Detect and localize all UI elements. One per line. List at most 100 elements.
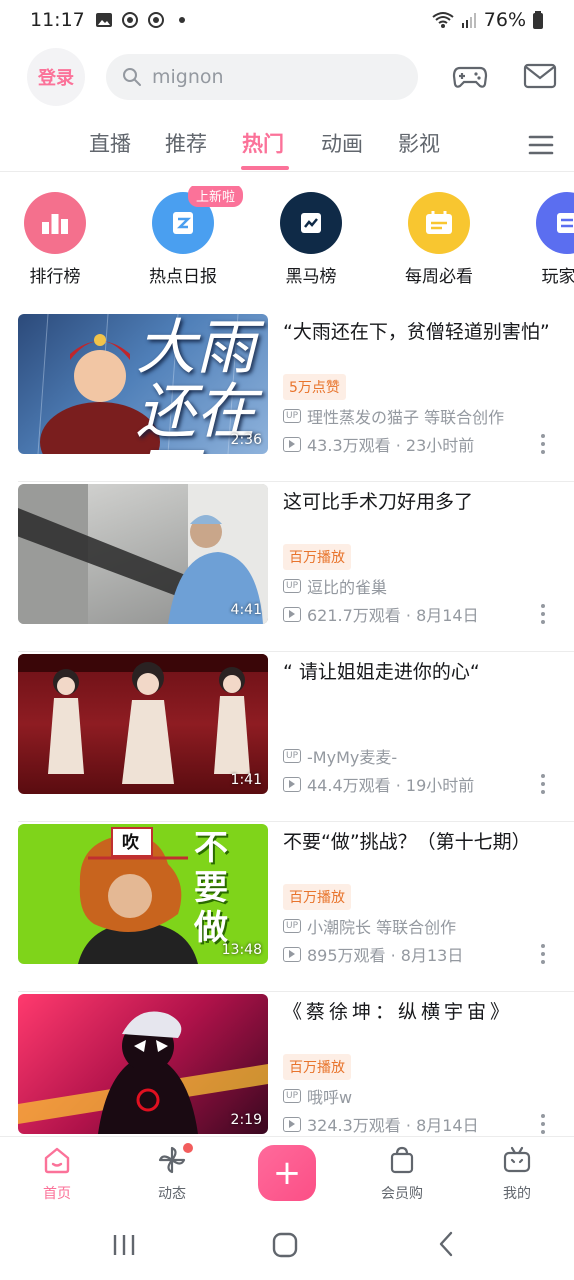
bottom-navigation: 首页 动态 + 会员购 我的 <box>0 1136 574 1208</box>
search-icon <box>123 68 141 86</box>
home-icon <box>44 1147 70 1174</box>
play-count-icon <box>283 776 301 792</box>
more-options-icon[interactable] <box>538 944 548 964</box>
app-notification-icon <box>121 12 138 28</box>
shopping-bag-icon <box>390 1146 414 1174</box>
category-weekly[interactable]: 每周必看 <box>384 192 494 287</box>
mail-icon[interactable] <box>522 58 558 94</box>
tab-recommend[interactable]: 推荐 <box>165 128 207 158</box>
ranking-icon <box>24 192 86 254</box>
video-card[interactable]: 1:41 “ 请让姐姐走进你的心“ UP -MyMy麦麦- 44.4万观看 · 1… <box>0 652 574 822</box>
nav-member-shop[interactable]: 会员购 <box>362 1145 442 1203</box>
uploader-name[interactable]: -MyMy麦麦- <box>307 744 397 768</box>
video-tag: 百万播放 <box>283 544 351 570</box>
category-ranking[interactable]: 排行榜 <box>0 192 110 287</box>
nav-label: 动态 <box>158 1186 186 1202</box>
uploader-icon: UP <box>283 409 302 423</box>
category-shortcuts: 排行榜 热点日报 上新啦 黑马榜 每周必看 玩家排 <box>0 186 574 296</box>
video-thumbnail[interactable]: 4:41 <box>18 484 268 624</box>
category-dark-horse[interactable]: 黑马榜 <box>256 192 366 287</box>
video-thumbnail[interactable]: 吹 不要做 13:48 <box>18 824 268 964</box>
category-label: 玩家排 <box>541 267 574 287</box>
upload-plus-button[interactable]: + <box>258 1145 316 1201</box>
video-title[interactable]: 不要“做”挑战？（第十七期） <box>283 828 563 856</box>
tv-icon <box>503 1146 531 1173</box>
uploader-name[interactable]: 哦呼w <box>307 1084 352 1108</box>
search-placeholder: mignon <box>152 66 224 88</box>
gamepad-icon[interactable] <box>452 58 488 94</box>
video-title[interactable]: 这可比手术刀好用多了 <box>283 488 563 516</box>
app-notification-icon-2 <box>147 12 164 28</box>
status-time: 11:17 <box>30 9 85 31</box>
category-label: 每周必看 <box>405 267 473 287</box>
new-badge: 上新啦 <box>188 186 244 207</box>
more-notifications-dot-icon <box>178 17 185 23</box>
play-count-icon <box>283 606 301 622</box>
player-rank-icon <box>536 192 574 254</box>
weekly-calendar-icon <box>408 192 470 254</box>
video-title[interactable]: “大雨还在下，贫僧轻道别害怕” <box>283 318 563 346</box>
wifi-icon <box>432 12 454 28</box>
more-options-icon[interactable] <box>538 434 548 454</box>
system-navigation-bar <box>0 1208 574 1280</box>
video-thumbnail[interactable]: 1:41 <box>18 654 268 794</box>
category-label: 排行榜 <box>29 267 81 287</box>
notification-dot <box>183 1143 193 1153</box>
view-count: 44.4万观看 · 19小时前 <box>307 776 475 795</box>
more-options-icon[interactable] <box>538 774 548 794</box>
video-thumbnail[interactable]: 大雨还在下 2:36 <box>18 314 268 454</box>
uploader-icon: UP <box>283 1089 302 1103</box>
video-duration: 13:48 <box>221 942 262 958</box>
video-tag: 百万播放 <box>283 1054 351 1080</box>
login-button[interactable]: 登录 <box>27 48 85 106</box>
search-input[interactable]: mignon <box>106 54 418 100</box>
uploader-name[interactable]: 逗比的雀巢 <box>307 574 387 598</box>
top-header: 登录 mignon <box>0 40 574 116</box>
video-duration: 2:19 <box>230 1112 262 1128</box>
video-card[interactable]: 吹 不要做 13:48 不要“做”挑战？（第十七期） 百万播放 UP 小潮院长 等… <box>0 822 574 992</box>
view-count: 324.3万观看 · 8月14日 <box>307 1116 479 1135</box>
video-duration: 4:41 <box>230 602 262 618</box>
home-button-icon[interactable] <box>272 1232 298 1258</box>
menu-icon[interactable] <box>528 132 554 158</box>
tab-live[interactable]: 直播 <box>89 128 131 158</box>
nav-label: 会员购 <box>381 1186 423 1202</box>
video-duration: 2:36 <box>230 432 262 448</box>
video-thumbnail[interactable]: 2:19 <box>18 994 268 1134</box>
thumbnail-overlay-text: 不要做 <box>194 828 228 948</box>
play-count-icon <box>283 436 301 452</box>
uploader-name[interactable]: 小潮院长 等联合创作 <box>307 914 456 938</box>
video-tag: 5万点赞 <box>283 374 346 400</box>
play-count-icon <box>283 946 301 962</box>
tab-movies[interactable]: 影视 <box>398 128 440 158</box>
view-count: 621.7万观看 · 8月14日 <box>307 606 479 625</box>
category-player-rank[interactable]: 玩家排 <box>512 192 574 287</box>
nav-label: 首页 <box>43 1186 71 1202</box>
video-card[interactable]: 4:41 这可比手术刀好用多了 百万播放 UP 逗比的雀巢 621.7万观看 · … <box>0 482 574 652</box>
dark-horse-icon <box>280 192 342 254</box>
nav-dynamics[interactable]: 动态 <box>132 1145 212 1203</box>
nav-home[interactable]: 首页 <box>17 1145 97 1203</box>
plus-icon: + <box>272 1153 302 1193</box>
video-tag: 百万播放 <box>283 884 351 910</box>
nav-profile[interactable]: 我的 <box>477 1145 557 1203</box>
recent-apps-icon[interactable] <box>110 1232 138 1258</box>
video-card[interactable]: 大雨还在下 2:36 “大雨还在下，贫僧轻道别害怕” 5万点赞 UP 理性蒸发の猫… <box>0 312 574 482</box>
video-title[interactable]: 《蔡徐坤：纵横宇宙》 <box>283 998 563 1026</box>
tab-hot[interactable]: 热门 <box>242 128 284 158</box>
more-options-icon[interactable] <box>538 604 548 624</box>
tab-anime[interactable]: 动画 <box>321 128 363 158</box>
channel-tabs: 直播 推荐 热门 动画 影视 <box>0 120 574 172</box>
nav-label: 我的 <box>503 1186 531 1202</box>
status-bar: 11:17 76% <box>0 0 574 40</box>
back-icon[interactable] <box>436 1230 456 1258</box>
more-options-icon[interactable] <box>538 1114 548 1134</box>
signal-icon <box>461 13 476 28</box>
video-duration: 1:41 <box>230 772 262 788</box>
uploader-icon: UP <box>283 919 302 933</box>
category-label: 热点日报 <box>149 267 217 287</box>
video-title[interactable]: “ 请让姐姐走进你的心“ <box>283 658 563 686</box>
active-tab-indicator <box>241 166 289 170</box>
uploader-name[interactable]: 理性蒸发の猫子 等联合创作 <box>307 404 504 428</box>
battery-level: 76% <box>483 9 526 31</box>
